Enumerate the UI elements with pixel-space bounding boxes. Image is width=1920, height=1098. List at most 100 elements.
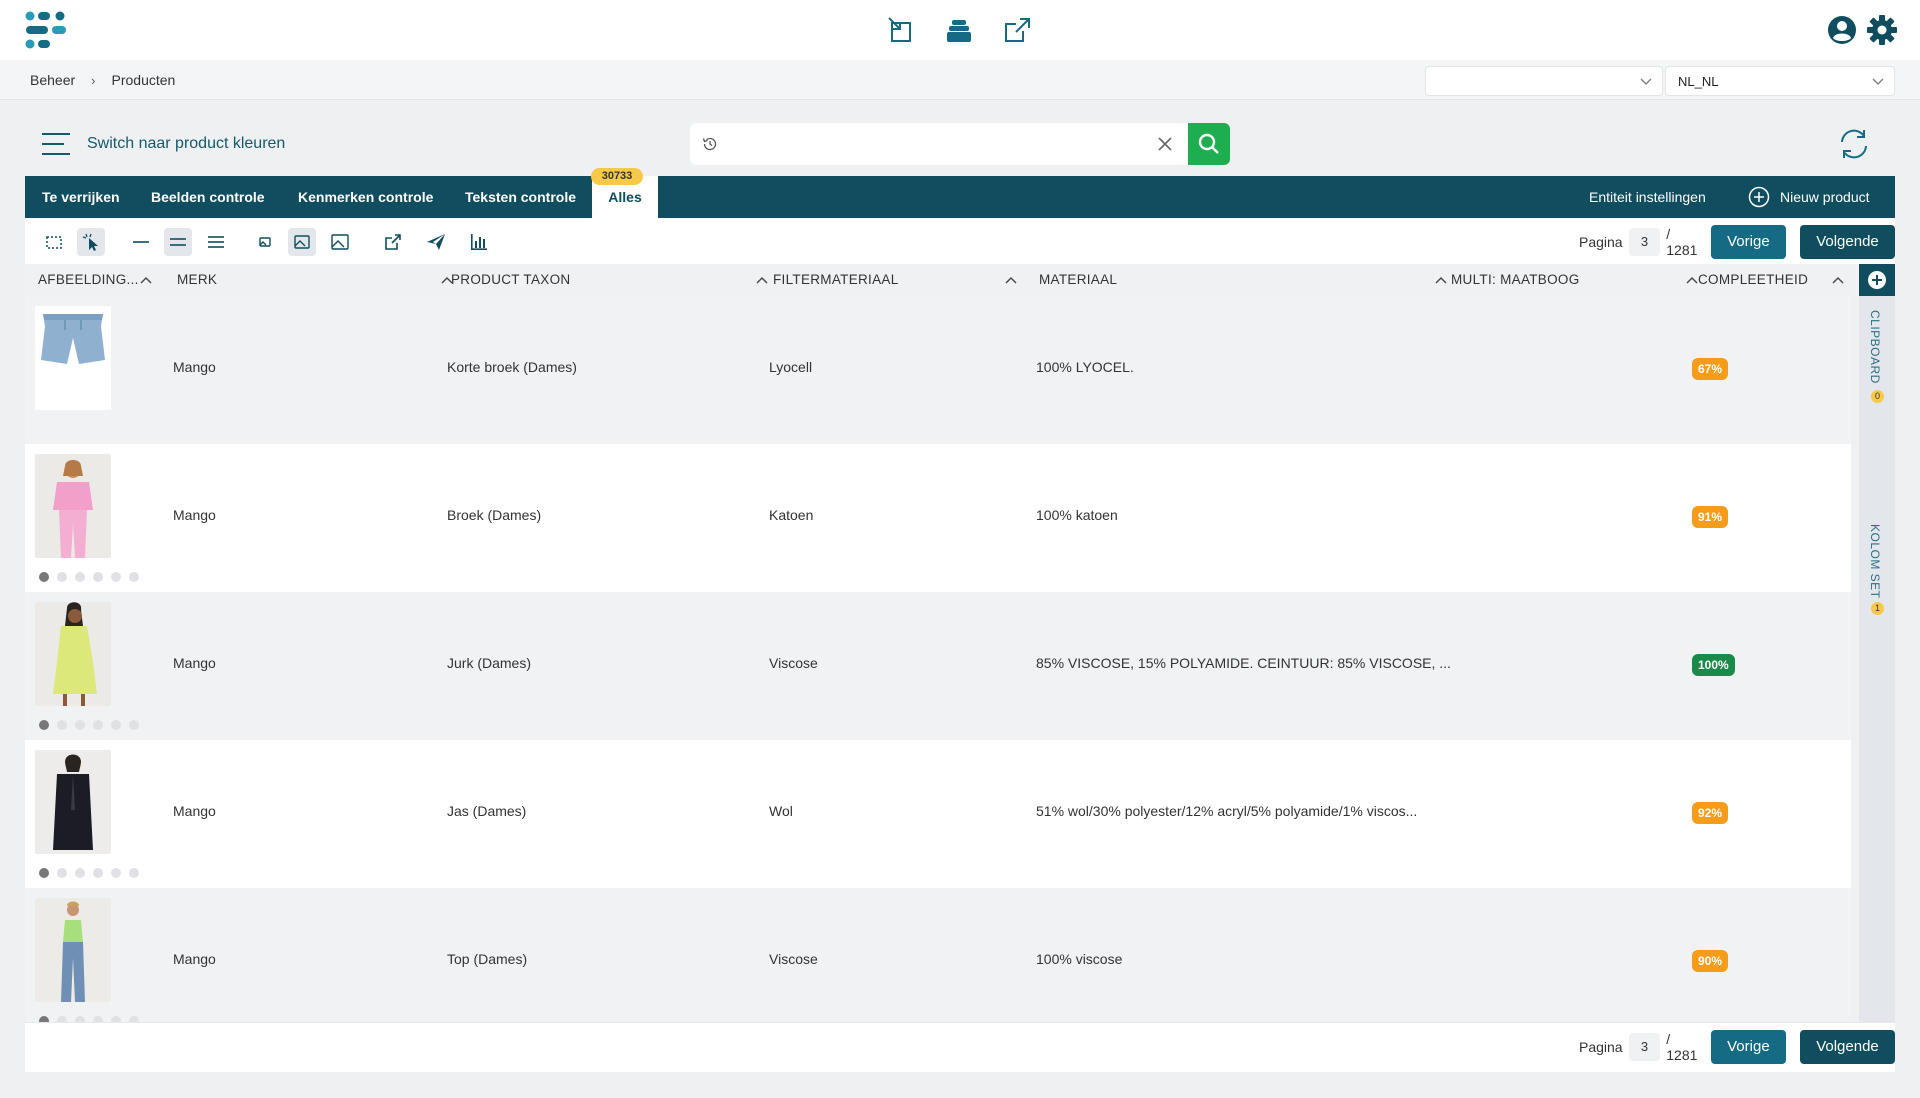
page-label: Pagina <box>1579 234 1623 250</box>
refresh-icon[interactable] <box>1836 126 1872 162</box>
taxon-cell: Jurk (Dames) <box>447 655 532 671</box>
close-icon[interactable] <box>1156 135 1174 153</box>
sort-icon[interactable] <box>1435 276 1447 284</box>
new-product-button[interactable]: Nieuw product <box>1748 176 1870 218</box>
side-panel: CLIPBOARD 0 KOLOM SET 1 <box>1859 264 1895 1022</box>
table-row[interactable]: Mango Korte broek (Dames) Lyocell 100% L… <box>25 296 1851 444</box>
previous-button[interactable]: Vorige <box>1710 225 1786 259</box>
user-icon[interactable] <box>1826 14 1858 46</box>
completeness-badge: 92% <box>1692 802 1729 824</box>
sort-icon[interactable] <box>140 276 152 284</box>
sort-icon[interactable] <box>1832 276 1844 284</box>
sort-icon[interactable] <box>1005 276 1017 284</box>
sort-icon[interactable] <box>1686 276 1698 284</box>
image-small-icon[interactable] <box>251 228 279 256</box>
kolom-set-count: 1 <box>1871 602 1884 615</box>
clipboard-tab[interactable]: CLIPBOARD <box>1868 310 1882 384</box>
filter-material-cell: Lyocell <box>769 359 813 375</box>
taxon-cell: Broek (Dames) <box>447 507 542 523</box>
breadcrumb-item-beheer[interactable]: Beheer <box>30 72 75 88</box>
switch-product-colors-link[interactable]: Switch naar product kleuren <box>87 135 285 153</box>
chart-icon[interactable] <box>465 228 493 256</box>
column-header-materiaal[interactable]: MATERIAAL <box>1039 264 1459 296</box>
image-carousel-dots[interactable] <box>39 868 139 878</box>
breadcrumb: Beheer › Producten <box>30 72 175 88</box>
external-link-icon[interactable] <box>379 228 407 256</box>
new-product-label: Nieuw product <box>1780 189 1870 205</box>
click-select-icon[interactable] <box>77 228 105 256</box>
completeness-badge: 67% <box>1692 358 1729 380</box>
taxon-cell: Top (Dames) <box>447 951 528 967</box>
add-column-button[interactable] <box>1859 264 1895 296</box>
collapse-icon[interactable] <box>885 14 917 46</box>
toolbar: Pagina 3 / 1281 Vorige Volgende <box>25 218 1895 264</box>
entity-settings-link[interactable]: Entiteit instellingen <box>1589 176 1706 218</box>
filter-material-cell: Wol <box>769 803 793 819</box>
kolom-set-tab[interactable]: KOLOM SET <box>1868 524 1882 599</box>
column-header-product-taxon[interactable]: PRODUCT TAXON <box>451 264 771 296</box>
table-row[interactable]: Mango Jas (Dames) Wol 51% wol/30% polyes… <box>25 740 1851 888</box>
menu-icon[interactable] <box>40 131 72 157</box>
gear-icon[interactable] <box>1866 14 1898 46</box>
row-density-compact-icon[interactable] <box>127 228 155 256</box>
next-button[interactable]: Volgende <box>1800 1030 1895 1064</box>
column-header-compleetheid[interactable]: COMPLEETHEID <box>1698 264 1858 296</box>
column-header-merk[interactable]: MERK <box>177 264 455 296</box>
taxon-cell: Jas (Dames) <box>447 803 527 819</box>
search-input[interactable] <box>730 129 1130 159</box>
brand-cell: Mango <box>173 359 216 375</box>
tab-te-verrijken[interactable]: Te verrijken <box>42 176 120 218</box>
brand-cell: Mango <box>173 507 216 523</box>
material-cell: 51% wol/30% polyester/12% acryl/5% polya… <box>1036 803 1418 819</box>
taxon-cell: Korte broek (Dames) <box>447 359 577 375</box>
page-total: / 1281 <box>1666 226 1698 258</box>
locale-select-value: NL_NL <box>1678 74 1719 89</box>
column-header-maatboog[interactable]: MULTI: MAATBOOG <box>1451 264 1698 296</box>
material-cell: 100% katoen <box>1036 507 1118 523</box>
stack-icon[interactable] <box>943 14 975 46</box>
column-header-afbeelding[interactable]: AFBEELDING... <box>38 264 152 296</box>
search-icon <box>1198 133 1219 154</box>
breadcrumb-item-producten[interactable]: Producten <box>112 72 176 88</box>
sort-icon[interactable] <box>756 276 768 284</box>
search-button[interactable] <box>1188 123 1230 165</box>
table-row[interactable]: Mango Top (Dames) Viscose 100% viscose 9… <box>25 888 1851 1036</box>
pagination-bottom: Pagina 3 / 1281 Vorige Volgende <box>1579 1030 1895 1064</box>
tab-beelden-controle[interactable]: Beelden controle <box>151 176 265 218</box>
product-image[interactable] <box>35 306 111 410</box>
column-header-filtermateriaal[interactable]: FILTERMATERIAAL <box>773 264 1038 296</box>
image-medium-icon[interactable] <box>288 228 316 256</box>
filter-select[interactable] <box>1425 66 1663 96</box>
chevron-down-icon <box>1872 78 1884 85</box>
clipboard-count: 0 <box>1871 390 1884 403</box>
tab-teksten-controle[interactable]: Teksten controle <box>465 176 576 218</box>
image-carousel-dots[interactable] <box>39 572 139 582</box>
row-density-large-icon[interactable] <box>202 228 230 256</box>
history-icon[interactable] <box>702 136 718 152</box>
app-logo[interactable] <box>24 10 70 52</box>
page-input[interactable]: 3 <box>1628 1033 1661 1061</box>
product-image[interactable] <box>35 750 111 854</box>
table-row[interactable]: Mango Broek (Dames) Katoen 100% katoen 9… <box>25 444 1851 592</box>
previous-button[interactable]: Vorige <box>1710 1030 1786 1064</box>
external-link-icon[interactable] <box>1001 14 1033 46</box>
next-button[interactable]: Volgende <box>1800 225 1895 259</box>
product-image[interactable] <box>35 454 111 558</box>
image-large-icon[interactable] <box>326 228 354 256</box>
locale-select[interactable]: NL_NL <box>1665 66 1895 96</box>
row-density-medium-icon[interactable] <box>164 228 192 256</box>
select-area-icon[interactable] <box>40 228 68 256</box>
image-carousel-dots[interactable] <box>39 720 139 730</box>
plus-circle-icon <box>1748 186 1770 208</box>
brand-cell: Mango <box>173 655 216 671</box>
tab-kenmerken-controle[interactable]: Kenmerken controle <box>298 176 433 218</box>
send-icon[interactable] <box>422 228 450 256</box>
page-total: / 1281 <box>1666 1031 1698 1063</box>
top-bar <box>0 0 1920 60</box>
table-row[interactable]: Mango Jurk (Dames) Viscose 85% VISCOSE, … <box>25 592 1851 740</box>
product-image[interactable] <box>35 602 111 706</box>
product-image[interactable] <box>35 898 111 1002</box>
filter-material-cell: Katoen <box>769 507 814 523</box>
chevron-down-icon <box>1640 78 1652 85</box>
page-input[interactable]: 3 <box>1628 228 1661 256</box>
